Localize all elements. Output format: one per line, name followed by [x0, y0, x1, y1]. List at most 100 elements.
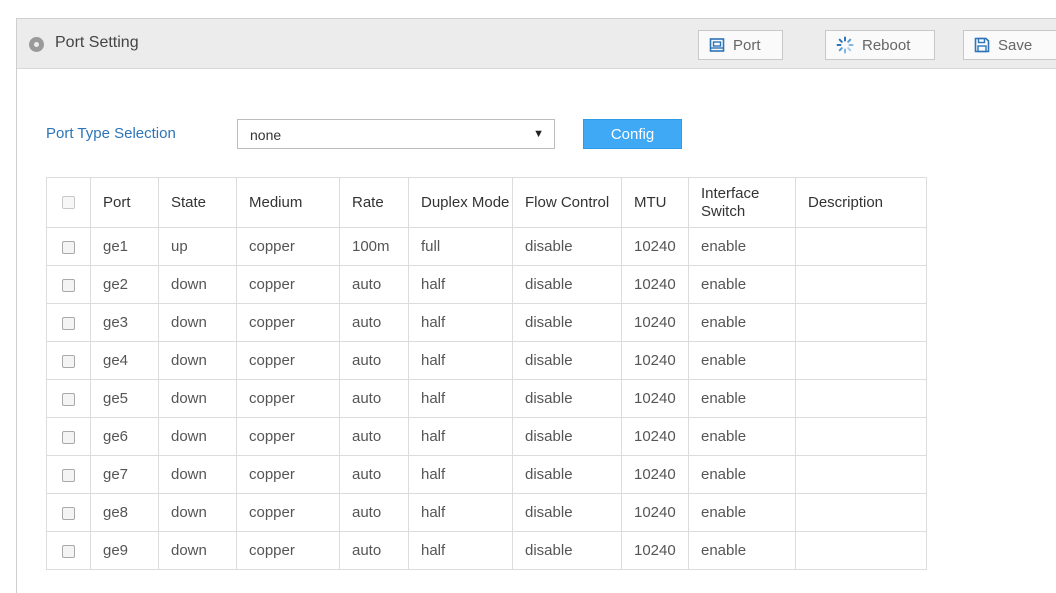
- cell-flow-control: disable: [512, 227, 622, 266]
- cell-description: [795, 341, 927, 380]
- row-checkbox[interactable]: [62, 430, 75, 444]
- table-row[interactable]: ge3 down copper auto half disable 10240 …: [46, 303, 927, 342]
- port-setting-panel: Port Setting Port Reboot Save Port Type …: [16, 18, 1056, 593]
- cell-state: down: [158, 265, 237, 304]
- row-checkbox[interactable]: [62, 316, 75, 330]
- table-header-row: Port State Medium Rate Duplex Mode Flow …: [46, 177, 927, 228]
- row-checkbox-cell: [46, 417, 91, 456]
- page-title: Port Setting: [55, 34, 139, 51]
- cell-rate: auto: [339, 455, 409, 494]
- cell-rate: auto: [339, 379, 409, 418]
- row-checkbox-cell: [46, 341, 91, 380]
- cell-mtu: 10240: [621, 265, 689, 304]
- config-button[interactable]: Config: [583, 119, 682, 149]
- column-header-duplex-mode: Duplex Mode: [408, 177, 513, 228]
- cell-port: ge1: [90, 227, 159, 266]
- table-row[interactable]: ge2 down copper auto half disable 10240 …: [46, 265, 927, 304]
- cell-medium: copper: [236, 303, 340, 342]
- cell-port: ge2: [90, 265, 159, 304]
- row-checkbox[interactable]: [62, 354, 75, 368]
- cell-mtu: 10240: [621, 417, 689, 456]
- cell-flow-control: disable: [512, 417, 622, 456]
- cell-duplex-mode: half: [408, 341, 513, 380]
- cell-interface-switch: enable: [688, 341, 796, 380]
- column-header-port: Port: [90, 177, 159, 228]
- cell-state: down: [158, 493, 237, 532]
- row-checkbox-cell: [46, 493, 91, 532]
- dropdown-arrow-icon: ▼: [533, 128, 544, 140]
- cell-flow-control: disable: [512, 341, 622, 380]
- row-checkbox[interactable]: [62, 468, 75, 482]
- cell-state: down: [158, 455, 237, 494]
- cell-mtu: 10240: [621, 493, 689, 532]
- cell-mtu: 10240: [621, 303, 689, 342]
- cell-state: down: [158, 379, 237, 418]
- row-checkbox[interactable]: [62, 544, 75, 558]
- port-type-select[interactable]: none ▼: [237, 119, 555, 149]
- cell-flow-control: disable: [512, 493, 622, 532]
- save-button[interactable]: Save: [963, 30, 1056, 60]
- cell-description: [795, 531, 927, 570]
- cell-description: [795, 303, 927, 342]
- cell-flow-control: disable: [512, 531, 622, 570]
- port-type-selected-value: none: [250, 127, 282, 143]
- row-checkbox[interactable]: [62, 278, 75, 292]
- table-row[interactable]: ge9 down copper auto half disable 10240 …: [46, 531, 927, 570]
- cell-flow-control: disable: [512, 455, 622, 494]
- cell-rate: auto: [339, 303, 409, 342]
- circle-dot-icon: [29, 37, 44, 52]
- floppy-disk-icon: [974, 37, 990, 53]
- cell-duplex-mode: half: [408, 493, 513, 532]
- cell-interface-switch: enable: [688, 417, 796, 456]
- cell-medium: copper: [236, 417, 340, 456]
- cell-rate: auto: [339, 417, 409, 456]
- cell-mtu: 10240: [621, 341, 689, 380]
- cell-medium: copper: [236, 455, 340, 494]
- port-table: Port State Medium Rate Duplex Mode Flow …: [46, 177, 927, 570]
- column-header-description: Description: [795, 177, 927, 228]
- cell-interface-switch: enable: [688, 303, 796, 342]
- row-checkbox[interactable]: [62, 392, 75, 406]
- table-row[interactable]: ge1 up copper 100m full disable 10240 en…: [46, 227, 927, 266]
- row-checkbox-cell: [46, 531, 91, 570]
- cell-flow-control: disable: [512, 303, 622, 342]
- row-checkbox-cell: [46, 379, 91, 418]
- cell-mtu: 10240: [621, 531, 689, 570]
- row-checkbox[interactable]: [62, 506, 75, 520]
- cell-interface-switch: enable: [688, 455, 796, 494]
- row-checkbox[interactable]: [62, 240, 75, 254]
- cell-interface-switch: enable: [688, 493, 796, 532]
- table-row[interactable]: ge4 down copper auto half disable 10240 …: [46, 341, 927, 380]
- cell-duplex-mode: half: [408, 379, 513, 418]
- cell-state: down: [158, 531, 237, 570]
- cell-rate: 100m: [339, 227, 409, 266]
- cell-port: ge9: [90, 531, 159, 570]
- cell-duplex-mode: half: [408, 303, 513, 342]
- cell-port: ge6: [90, 417, 159, 456]
- table-row[interactable]: ge8 down copper auto half disable 10240 …: [46, 493, 927, 532]
- cell-port: ge3: [90, 303, 159, 342]
- column-header-state: State: [158, 177, 237, 228]
- cell-port: ge5: [90, 379, 159, 418]
- cell-rate: auto: [339, 265, 409, 304]
- table-row[interactable]: ge7 down copper auto half disable 10240 …: [46, 455, 927, 494]
- cell-rate: auto: [339, 493, 409, 532]
- table-row[interactable]: ge6 down copper auto half disable 10240 …: [46, 417, 927, 456]
- select-all-checkbox[interactable]: [62, 196, 75, 210]
- cell-flow-control: disable: [512, 379, 622, 418]
- column-header-interface-switch: Interface Switch: [688, 177, 796, 228]
- cell-duplex-mode: half: [408, 265, 513, 304]
- row-checkbox-cell: [46, 265, 91, 304]
- cell-port: ge7: [90, 455, 159, 494]
- table-row[interactable]: ge5 down copper auto half disable 10240 …: [46, 379, 927, 418]
- cell-description: [795, 493, 927, 532]
- cell-medium: copper: [236, 379, 340, 418]
- port-button-label: Port: [733, 36, 761, 54]
- port-button[interactable]: Port: [698, 30, 783, 60]
- cell-medium: copper: [236, 227, 340, 266]
- cell-medium: copper: [236, 341, 340, 380]
- cell-description: [795, 265, 927, 304]
- reboot-button[interactable]: Reboot: [825, 30, 935, 60]
- cell-description: [795, 379, 927, 418]
- cell-state: down: [158, 417, 237, 456]
